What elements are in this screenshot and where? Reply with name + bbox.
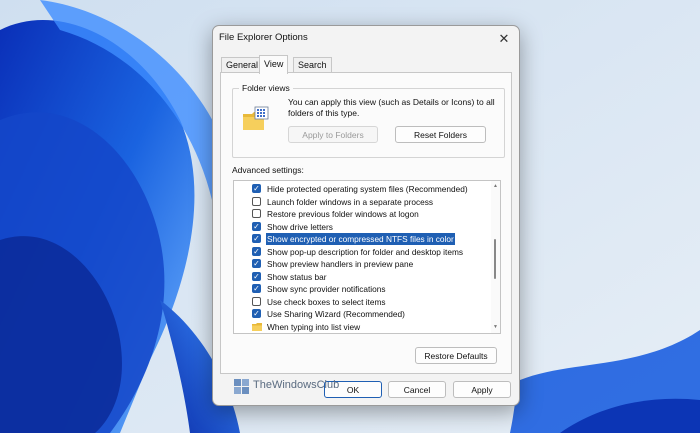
checkbox[interactable]	[252, 296, 261, 306]
dialog-title: File Explorer Options	[219, 32, 308, 43]
watermark-text: TheWindowsClub	[253, 379, 340, 391]
tab-view[interactable]: View	[259, 55, 289, 74]
list-item-label: Hide protected operating system files (R…	[267, 184, 468, 194]
apply-to-folders-button[interactable]: Apply to Folders	[288, 126, 378, 143]
checkbox[interactable]: ✓	[252, 221, 261, 231]
checkbox[interactable]: ✓	[252, 284, 261, 293]
list-item-label: Use Sharing Wizard (Recommended)	[267, 309, 405, 319]
list-item-label: Show sync provider notifications	[267, 284, 386, 294]
checkbox[interactable]: ✓	[252, 309, 261, 318]
checkbox[interactable]	[252, 209, 261, 218]
folder-views-icon	[243, 106, 269, 130]
folder-icon	[252, 322, 262, 331]
tab-general[interactable]: General	[221, 57, 264, 73]
checkbox[interactable]	[252, 196, 261, 206]
list-item-label: Show status bar	[267, 271, 327, 282]
checkbox[interactable]: ✓	[252, 271, 261, 281]
cancel-button[interactable]: Cancel	[388, 381, 446, 398]
scrollbar-thumb[interactable]	[494, 239, 496, 279]
folder-views-group: Folder views You can apply this view (su…	[232, 83, 505, 158]
scroll-down-icon[interactable]: ▼	[492, 324, 499, 330]
reset-folders-button[interactable]: Reset Folders	[395, 126, 486, 143]
list-item-label: Show encrypted or compressed NTFS files …	[266, 233, 455, 245]
list-item-label: Launch folder windows in a separate proc…	[267, 196, 434, 207]
scroll-up-icon[interactable]: ▲	[492, 183, 499, 189]
list-item-label: Show pop-up description for folder and d…	[267, 246, 464, 257]
list-item-label: Use check boxes to select items	[267, 296, 386, 307]
list-item-label: Show preview handlers in preview pane	[267, 259, 414, 269]
restore-defaults-button[interactable]: Restore Defaults	[415, 347, 497, 364]
thewindowsclub-logo-icon	[234, 379, 249, 394]
tab-search[interactable]: Search	[293, 57, 332, 73]
list-item-label: Restore previous folder windows at logon	[267, 209, 419, 219]
list-item-label: When typing into list view	[267, 321, 361, 332]
list-item-label: Show drive letters	[267, 221, 333, 232]
file-explorer-options-dialog: File Explorer Options ✕ General View Sea…	[212, 25, 520, 406]
checkbox[interactable]: ✓	[252, 234, 261, 243]
folder-views-description: You can apply this view (such as Details…	[288, 97, 495, 118]
vertical-scrollbar[interactable]: ▲ ▼	[491, 181, 500, 333]
checkbox[interactable]: ✓	[252, 259, 261, 268]
close-icon[interactable]: ✕	[493, 29, 515, 49]
advanced-settings-list[interactable]: ✓ Hide protected operating system files …	[233, 180, 501, 334]
apply-button[interactable]: Apply	[453, 381, 511, 398]
folder-views-label: Folder views	[239, 83, 293, 93]
title-bar[interactable]: File Explorer Options ✕	[213, 26, 519, 52]
checkbox[interactable]: ✓	[252, 184, 261, 193]
checkbox[interactable]: ✓	[252, 246, 261, 256]
view-tab-panel: Folder views You can apply this view (su…	[220, 72, 512, 374]
advanced-settings-label: Advanced settings:	[232, 165, 304, 175]
